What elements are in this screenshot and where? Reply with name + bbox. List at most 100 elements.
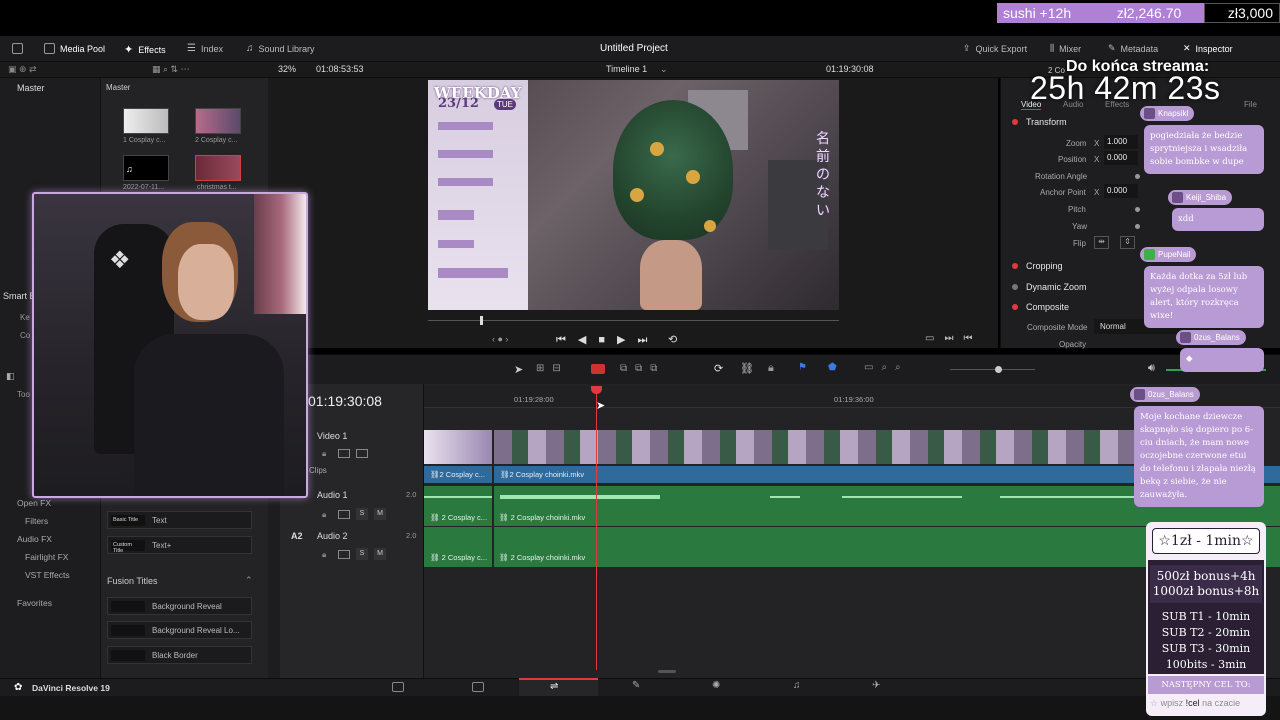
solo-button[interactable]: S bbox=[356, 548, 368, 560]
fusion-title-item[interactable]: Black Border bbox=[107, 646, 252, 664]
flip-horizontal-icon[interactable]: ⇹ bbox=[1094, 236, 1109, 249]
video-enable-icon[interactable] bbox=[356, 449, 368, 458]
effects-button[interactable]: ✦ Effects bbox=[124, 43, 166, 56]
solo-button[interactable]: S bbox=[356, 508, 368, 520]
select-tool-icon[interactable]: ➤ bbox=[514, 363, 523, 376]
inspector-button[interactable]: ✕ Inspector bbox=[1183, 43, 1233, 54]
cropping-section[interactable]: Cropping bbox=[1012, 261, 1063, 271]
cut-page-icon[interactable] bbox=[472, 682, 484, 692]
favorites-item[interactable]: Favorites bbox=[17, 598, 52, 608]
mute-button[interactable]: M bbox=[374, 548, 386, 560]
video-clip[interactable] bbox=[424, 430, 492, 464]
media-clip-thumb[interactable] bbox=[123, 108, 169, 134]
audio-clip-label[interactable]: ⛓ 2 Cosplay choinki.mkv bbox=[499, 553, 585, 562]
edit-tool-icons[interactable]: ⊞⊟ bbox=[536, 363, 569, 374]
snapping-icon[interactable]: ⟳ bbox=[714, 362, 723, 375]
filters-item[interactable]: Filters bbox=[25, 516, 48, 526]
effect-item-text[interactable]: Basic Title Text bbox=[107, 511, 252, 529]
fusion-title-item[interactable]: Background Reveal Lo... bbox=[107, 621, 252, 639]
enable-dot[interactable] bbox=[1012, 119, 1018, 125]
media-page-icon[interactable] bbox=[392, 682, 404, 692]
collapse-icon[interactable]: ⌃ bbox=[245, 575, 253, 586]
enable-dot[interactable] bbox=[1012, 304, 1018, 310]
sound-library-button[interactable]: ♫ Sound Library bbox=[246, 43, 315, 54]
audio-clip-label[interactable]: ⛓ 2 Cosplay choinki.mkv bbox=[499, 513, 585, 522]
deliver-page-icon[interactable]: ✈ bbox=[872, 680, 880, 691]
audio-clip-label[interactable]: ⛓ 2 Cosplay c... bbox=[430, 553, 487, 562]
fairlight-page-icon[interactable]: ♫ bbox=[793, 680, 801, 691]
viewer-nav-icons[interactable]: ▭⏭⏮ bbox=[925, 333, 982, 344]
insert-tools-icons[interactable]: ⧉⧉⧉ bbox=[620, 363, 665, 374]
jog-control-icon[interactable]: ‹ ● › bbox=[492, 334, 508, 344]
mixer-button[interactable]: ⫼ Mixer bbox=[1050, 43, 1081, 54]
fairlight-fx-item[interactable]: Fairlight FX bbox=[25, 552, 68, 562]
anchor-x-field[interactable]: 0.000 bbox=[1104, 184, 1138, 198]
timeline-scrollbar[interactable] bbox=[658, 670, 676, 673]
flip-vertical-icon[interactable]: ⇕ bbox=[1120, 236, 1135, 249]
metadata-button[interactable]: ✎ Metadata bbox=[1108, 43, 1158, 54]
vst-effects-item[interactable]: VST Effects bbox=[25, 570, 70, 580]
zoom-slider[interactable] bbox=[950, 369, 1035, 370]
audio-clip-thumb[interactable]: ♫ bbox=[123, 155, 169, 181]
position-x-field[interactable]: 0.000 bbox=[1104, 151, 1138, 165]
link-icon[interactable]: ⛓ bbox=[740, 362, 754, 375]
chevron-down-icon[interactable]: ⌄ bbox=[660, 64, 668, 75]
lock-icon[interactable]: 🔒︎ bbox=[322, 510, 326, 520]
blade-tool-icon[interactable] bbox=[591, 364, 605, 374]
lock-icon[interactable]: 🔒︎ bbox=[322, 449, 326, 459]
workspace-icon[interactable] bbox=[12, 43, 23, 54]
timeline-playhead[interactable] bbox=[596, 392, 597, 670]
tab-file[interactable]: File bbox=[1244, 100, 1257, 109]
enable-dot[interactable] bbox=[1012, 284, 1018, 290]
keywords-item[interactable]: Ke bbox=[20, 313, 30, 322]
volume-icon[interactable]: 🔊︎ bbox=[1148, 362, 1155, 375]
bin-master[interactable]: Master bbox=[17, 83, 45, 93]
quick-export-button[interactable]: ⇪ Quick Export bbox=[963, 43, 1027, 54]
enable-dot[interactable] bbox=[1012, 263, 1018, 269]
lock-icon[interactable]: 🔒︎ bbox=[322, 550, 326, 560]
media-clip-thumb[interactable] bbox=[195, 108, 241, 134]
open-fx-item[interactable]: Open FX bbox=[17, 498, 51, 508]
lock-icon[interactable]: 🔒︎ bbox=[768, 362, 774, 375]
auto-track-icon[interactable] bbox=[338, 510, 350, 519]
flag-icon[interactable]: ⚑ bbox=[798, 362, 807, 373]
pitch-slider-handle[interactable] bbox=[1135, 207, 1140, 212]
mute-button[interactable]: M bbox=[374, 508, 386, 520]
video-clip-label[interactable]: ⛓ 2 Cosplay c... bbox=[424, 466, 492, 483]
timeline-selector[interactable]: Timeline 1 bbox=[606, 64, 647, 74]
auto-track-icon[interactable] bbox=[338, 550, 350, 559]
video-preview[interactable]: WEEKDAY 23/12 TUE 名前のない bbox=[428, 80, 839, 310]
transform-section[interactable]: Transform bbox=[1012, 117, 1067, 127]
zoom-x-field[interactable]: 1.000 bbox=[1104, 135, 1138, 149]
zoom-mode-icons[interactable]: ▭⌕⌕ bbox=[864, 362, 909, 373]
index-button[interactable]: ☰ Index bbox=[187, 43, 223, 54]
audio-clip-label[interactable]: ⛓ 2 Cosplay c... bbox=[430, 513, 487, 522]
viewer-zoom[interactable]: 32% bbox=[278, 64, 296, 74]
marker-icon[interactable]: ⬟ bbox=[828, 362, 837, 373]
media-pool-button[interactable]: Media Pool bbox=[44, 43, 105, 54]
yaw-slider-handle[interactable] bbox=[1135, 224, 1140, 229]
fusion-titles-header[interactable]: Fusion Titles bbox=[107, 576, 158, 586]
auto-track-icon[interactable] bbox=[338, 449, 350, 458]
transport-controls[interactable]: ⏮◀■▶⏭ bbox=[556, 333, 659, 347]
rotation-slider-handle[interactable] bbox=[1135, 174, 1140, 179]
panel-toggle-icon[interactable]: ▣ ⊕ ⇄ bbox=[8, 64, 37, 75]
viewer-playhead[interactable] bbox=[480, 316, 483, 325]
effect-item-text-plus[interactable]: Custom Title Text+ bbox=[107, 536, 252, 554]
viewer-scrub-bar[interactable] bbox=[428, 320, 839, 321]
toolbox-item[interactable]: Too bbox=[17, 390, 30, 399]
media-clip-thumb-selected[interactable] bbox=[195, 155, 241, 181]
audio-fx-item[interactable]: Audio FX bbox=[17, 534, 52, 544]
fusion-title-item[interactable]: Background Reveal bbox=[107, 597, 252, 615]
edit-page-tab-active[interactable] bbox=[519, 678, 598, 696]
zoom-slider-handle[interactable] bbox=[995, 366, 1002, 373]
video-clip[interactable] bbox=[494, 430, 1138, 464]
dynamic-zoom-section[interactable]: Dynamic Zoom bbox=[1012, 282, 1087, 292]
grid-view-icon[interactable]: ▦ ⌕ ⇅ ⋯ bbox=[152, 64, 190, 75]
collections-item[interactable]: Co bbox=[20, 331, 30, 340]
composite-section[interactable]: Composite bbox=[1012, 302, 1069, 312]
effects-panel-toggle-icon[interactable]: ◧ bbox=[6, 371, 15, 382]
fusion-page-icon[interactable]: ✎ bbox=[632, 680, 640, 691]
loop-icon[interactable]: ⟲ bbox=[668, 333, 677, 346]
color-page-icon[interactable]: ✺ bbox=[712, 680, 720, 691]
